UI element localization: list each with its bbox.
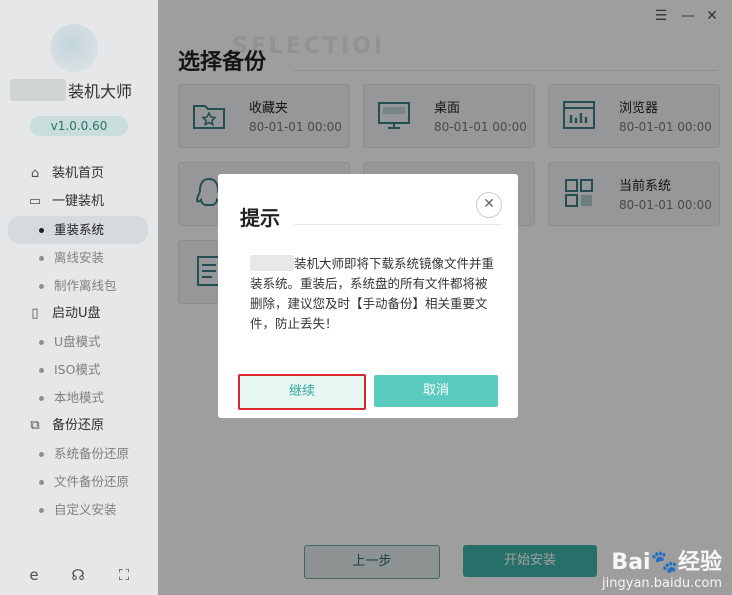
dialog-title-divider — [294, 224, 502, 225]
brand-name-blurred — [250, 255, 294, 271]
watermark-brand: Bai — [611, 550, 651, 575]
dialog-message: 装机大师即将下载系统镜像文件并重装系统。重装后，系统盘的所有文件都将被删除，建议… — [250, 254, 494, 334]
sidebar-dim — [0, 0, 158, 595]
dialog-title: 提示 — [240, 206, 280, 230]
confirm-dialog: 提示 ✕ 装机大师即将下载系统镜像文件并重装系统。重装后，系统盘的所有文件都将被… — [218, 174, 518, 418]
continue-button[interactable]: 继续 — [238, 374, 366, 410]
cancel-button[interactable]: 取消 — [374, 375, 498, 407]
dialog-close-icon[interactable]: ✕ — [476, 192, 502, 218]
watermark-url: jingyan.baidu.com — [602, 576, 722, 591]
watermark-brand2: 经验 — [677, 550, 722, 575]
baidu-jingyan-watermark: Bai🐾经验 jingyan.baidu.com — [602, 550, 722, 591]
